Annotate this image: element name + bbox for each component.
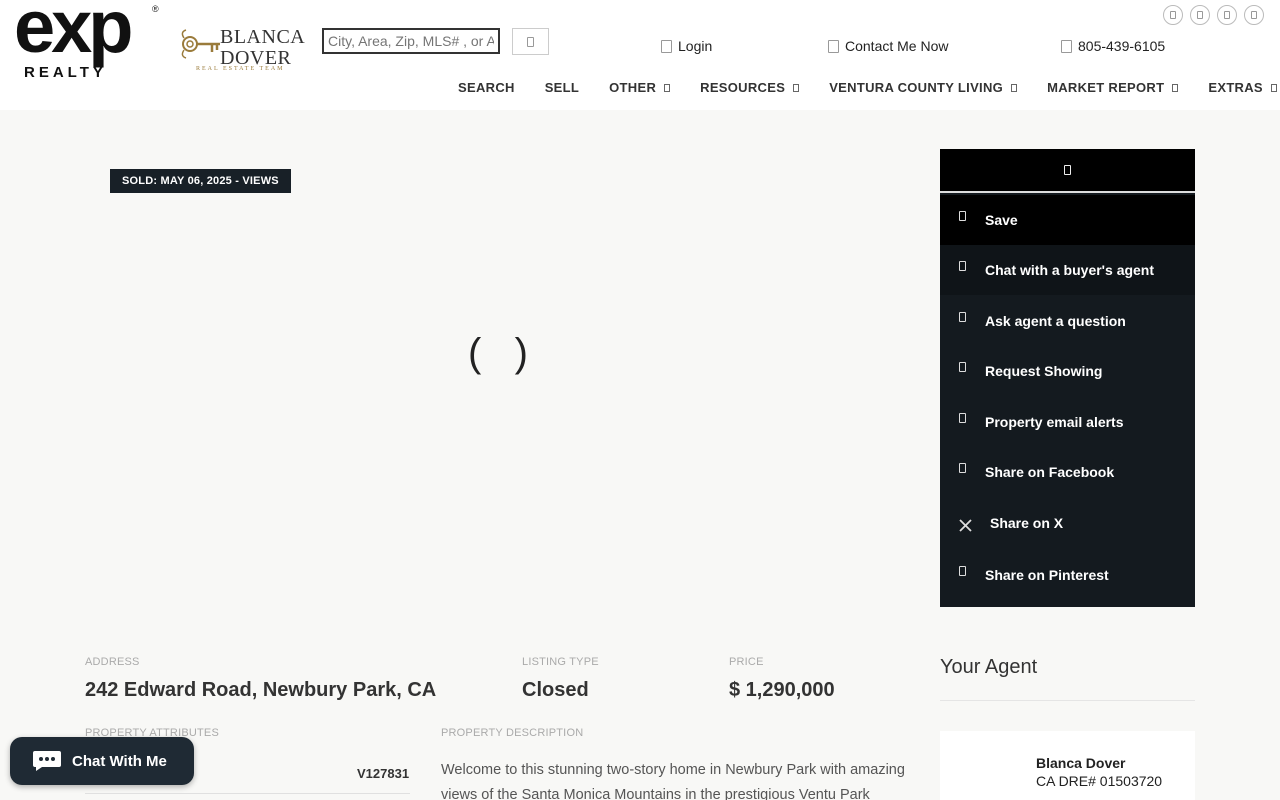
chat-with-me-button[interactable]: Chat With Me bbox=[10, 737, 194, 785]
facebook-icon[interactable] bbox=[1163, 5, 1183, 25]
logo-exp-text: exp bbox=[14, 0, 133, 68]
blanca-dover-logo[interactable]: BLANCA DOVER REAL ESTATE TEAM bbox=[180, 10, 305, 76]
chevron-down-icon bbox=[664, 83, 671, 92]
address-label: ADDRESS bbox=[85, 656, 140, 668]
listing-action-panel: Save Chat with a buyer's agent Ask agent… bbox=[940, 149, 1195, 607]
nav-other[interactable]: OTHER bbox=[609, 80, 671, 95]
search-icon bbox=[527, 36, 534, 47]
instagram-glyph bbox=[1197, 11, 1203, 19]
nav-extras[interactable]: EXTRAS bbox=[1208, 80, 1277, 95]
mls-number: V127831 bbox=[357, 766, 410, 781]
price-label: PRICE bbox=[729, 656, 764, 668]
spinner-right-arc: ) bbox=[514, 330, 528, 375]
chevron-down-icon bbox=[1270, 83, 1277, 92]
contact-label: Contact Me Now bbox=[845, 38, 949, 54]
share-pinterest-button[interactable]: Share on Pinterest bbox=[940, 550, 1195, 600]
chevron-down-icon bbox=[1011, 83, 1018, 92]
nav-label: SELL bbox=[544, 80, 580, 95]
chevron-down-icon bbox=[793, 83, 800, 92]
main-nav: SEARCH SELL OTHER RESOURCES VENTURA COUN… bbox=[458, 80, 1277, 95]
nav-label: EXTRAS bbox=[1208, 80, 1263, 95]
action-label: Share on Pinterest bbox=[985, 567, 1109, 583]
facebook-icon bbox=[959, 463, 966, 473]
nav-label: RESOURCES bbox=[700, 80, 786, 95]
login-label: Login bbox=[678, 38, 713, 54]
nav-resources[interactable]: RESOURCES bbox=[700, 80, 800, 95]
action-label: Share on X bbox=[990, 515, 1064, 531]
exp-realty-logo[interactable]: exp REALTY ® bbox=[14, 0, 164, 82]
share-x-button[interactable]: Share on X bbox=[940, 498, 1195, 548]
nav-label: SEARCH bbox=[458, 80, 515, 95]
property-description: Welcome to this stunning two-story home … bbox=[441, 762, 905, 800]
address-value: 242 Edward Road, Newbury Park, CA bbox=[85, 679, 437, 701]
request-showing-button[interactable]: Request Showing bbox=[940, 346, 1195, 396]
linkedin-icon[interactable] bbox=[1217, 5, 1237, 25]
action-label: Ask agent a question bbox=[985, 313, 1126, 329]
key-icon bbox=[181, 29, 220, 59]
social-links bbox=[1163, 5, 1264, 25]
action-label: Request Showing bbox=[985, 363, 1103, 379]
action-label: Chat with a buyer's agent bbox=[985, 262, 1155, 278]
nav-sell[interactable]: SELL bbox=[545, 80, 579, 95]
phone-icon bbox=[1061, 39, 1072, 53]
nav-search[interactable]: SEARCH bbox=[458, 80, 515, 95]
price-value: $ 1,290,000 bbox=[729, 679, 835, 701]
nav-label: OTHER bbox=[609, 80, 657, 95]
calendar-icon bbox=[959, 362, 966, 372]
user-icon bbox=[661, 39, 672, 53]
listing-type-value: Closed bbox=[522, 679, 589, 701]
your-agent-title: Your Agent bbox=[940, 656, 1038, 678]
nav-label: MARKET REPORT bbox=[1047, 80, 1165, 95]
logo-realty-text: REALTY bbox=[24, 64, 107, 81]
loading-spinner-icon: ( ) bbox=[468, 330, 528, 376]
heart-icon bbox=[959, 211, 966, 221]
sold-badge: SOLD: MAY 06, 2025 - VIEWS bbox=[110, 169, 291, 193]
spinner-left-arc: ( bbox=[468, 330, 482, 375]
logo-registered-mark: ® bbox=[152, 4, 159, 14]
agent-divider bbox=[940, 700, 1195, 701]
action-label: Share on Facebook bbox=[985, 464, 1115, 480]
property-description-label: PROPERTY DESCRIPTION bbox=[441, 727, 584, 739]
login-link[interactable]: Login bbox=[661, 38, 712, 54]
panel-toggle-button[interactable] bbox=[940, 149, 1195, 193]
search-button[interactable] bbox=[512, 28, 549, 55]
phone-label: 805-439-6105 bbox=[1078, 38, 1166, 54]
nav-label: VENTURA COUNTY LIVING bbox=[829, 80, 1004, 95]
x-icon bbox=[958, 518, 972, 532]
facebook-glyph bbox=[1170, 11, 1176, 19]
action-label: Property email alerts bbox=[985, 414, 1124, 430]
nav-ventura-county-living[interactable]: VENTURA COUNTY LIVING bbox=[829, 80, 1018, 95]
instagram-icon[interactable] bbox=[1190, 5, 1210, 25]
email-alerts-button[interactable]: Property email alerts bbox=[940, 397, 1195, 447]
bell-icon bbox=[959, 413, 966, 423]
agent-name: Blanca Dover bbox=[1036, 755, 1126, 771]
save-button[interactable]: Save bbox=[940, 195, 1195, 245]
contact-link[interactable]: Contact Me Now bbox=[828, 38, 948, 54]
chat-label: Chat With Me bbox=[72, 752, 167, 770]
attributes-divider bbox=[85, 793, 410, 794]
chat-bubble-icon bbox=[33, 751, 61, 771]
nav-market-report[interactable]: MARKET REPORT bbox=[1047, 80, 1179, 95]
agent-license: CA DRE# 01503720 bbox=[1036, 773, 1163, 789]
chevron-down-icon bbox=[1172, 83, 1179, 92]
pinterest-icon bbox=[959, 566, 966, 576]
linkedin-glyph bbox=[1224, 11, 1230, 19]
phone-link[interactable]: 805-439-6105 bbox=[1061, 38, 1165, 54]
question-icon bbox=[959, 312, 966, 322]
ask-question-button[interactable]: Ask agent a question bbox=[940, 296, 1195, 346]
agent-card[interactable]: Blanca Dover CA DRE# 01503720 bbox=[940, 731, 1195, 800]
youtube-glyph bbox=[1251, 11, 1257, 19]
team-name-line1: BLANCA bbox=[220, 26, 306, 48]
menu-icon bbox=[1064, 165, 1071, 175]
listing-type-label: LISTING TYPE bbox=[522, 656, 599, 668]
site-header: exp REALTY ® BLANCA DOVER REAL ESTATE TE… bbox=[0, 0, 1280, 110]
youtube-icon[interactable] bbox=[1244, 5, 1264, 25]
action-label: Save bbox=[985, 212, 1018, 228]
chat-icon bbox=[959, 261, 966, 271]
search-input[interactable] bbox=[322, 28, 500, 54]
team-tagline: REAL ESTATE TEAM bbox=[196, 66, 285, 72]
chat-buyers-agent-button[interactable]: Chat with a buyer's agent bbox=[940, 245, 1195, 295]
share-facebook-button[interactable]: Share on Facebook bbox=[940, 447, 1195, 497]
envelope-icon bbox=[828, 39, 839, 53]
